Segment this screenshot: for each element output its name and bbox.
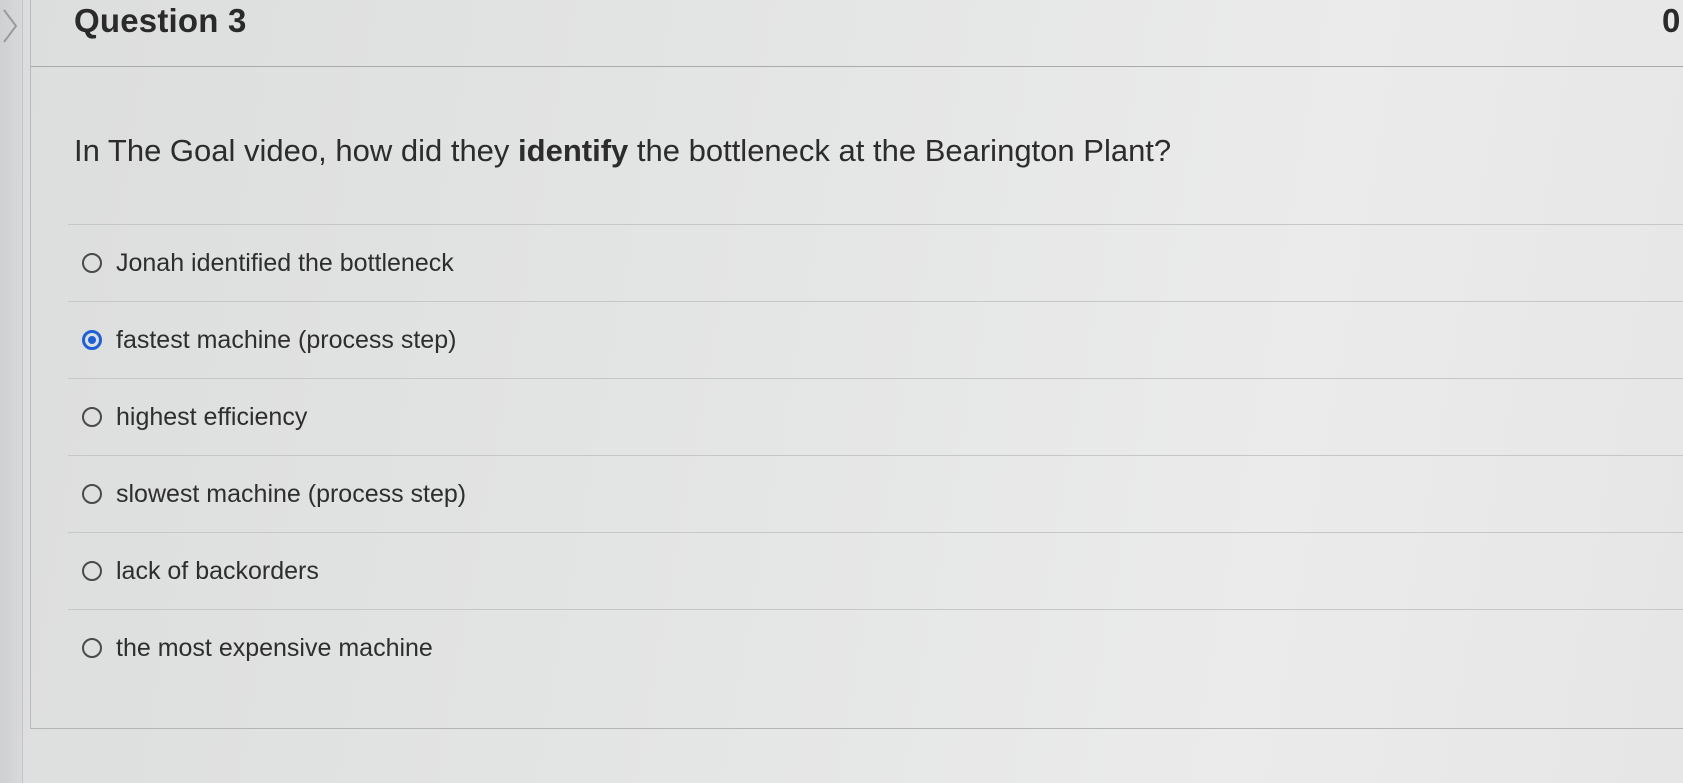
- points-value: 0: [1662, 2, 1681, 39]
- radio-button[interactable]: [82, 561, 102, 581]
- chevron-right-icon[interactable]: [0, 6, 22, 46]
- question-prompt: In The Goal video, how did they identify…: [74, 133, 1171, 169]
- radio-button[interactable]: [82, 253, 102, 273]
- choice-label: Jonah identified the bottleneck: [116, 248, 454, 277]
- choice-label: highest efficiency: [116, 402, 308, 431]
- prompt-text-end: the bottleneck at the Bearington Plant?: [628, 133, 1172, 168]
- choice-label: slowest machine (process step): [116, 479, 467, 508]
- left-rail: [0, 0, 23, 783]
- radio-button[interactable]: [82, 484, 102, 504]
- answer-choice[interactable]: slowest machine (process step): [68, 455, 1683, 532]
- answer-choice[interactable]: Jonah identified the bottleneck: [68, 224, 1683, 301]
- answer-choice[interactable]: fastest machine (process step): [68, 301, 1683, 378]
- choice-label: fastest machine (process step): [116, 325, 457, 354]
- answer-choice[interactable]: highest efficiency: [68, 378, 1683, 455]
- choice-label: the most expensive machine: [116, 633, 433, 662]
- answer-choice[interactable]: lack of backorders: [68, 532, 1683, 609]
- prompt-text-start: In The Goal video, how did they: [74, 133, 519, 168]
- radio-button-selected[interactable]: [82, 330, 102, 350]
- answer-choices: Jonah identified the bottleneck fastest …: [68, 224, 1683, 686]
- question-title: Question 3: [74, 2, 247, 39]
- choice-label: lack of backorders: [116, 556, 319, 585]
- radio-button[interactable]: [82, 638, 102, 658]
- prompt-text-bold: identify: [518, 133, 629, 168]
- radio-button[interactable]: [82, 407, 102, 427]
- screen-background: Question 3 0 In The Goal video, how did …: [0, 0, 1683, 783]
- answer-choice[interactable]: the most expensive machine: [68, 609, 1683, 686]
- question-header: [31, 0, 1683, 67]
